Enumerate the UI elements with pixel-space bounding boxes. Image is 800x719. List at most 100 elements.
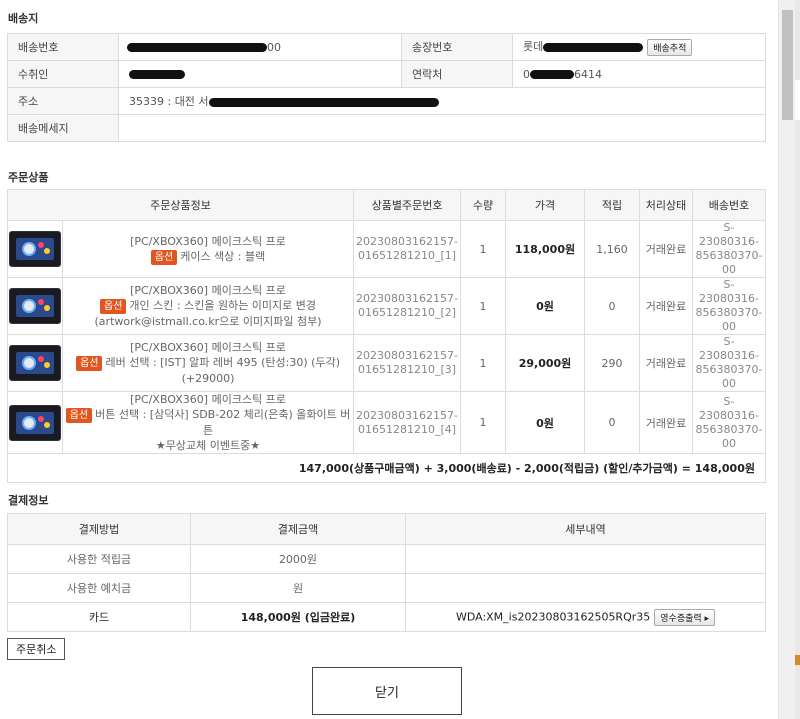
receipt-print-button[interactable]: 영수증출력 ▸ (654, 608, 716, 626)
item-order-no: 20230803162157- 01651281210_[2] (353, 277, 461, 335)
option-badge: 옵션 (76, 356, 103, 371)
item-status: 거래완료 (639, 277, 693, 335)
item-ship-no: S-23080316- 856380370- 00 (692, 277, 766, 335)
product-thumbnail[interactable] (7, 334, 63, 392)
payment-section-title: 결제정보 (8, 494, 49, 507)
shipping-section-title: 배송지 (8, 12, 39, 25)
item-ship-no: S-23080316- 856380370- 00 (692, 391, 766, 454)
item-points: 1,160 (584, 220, 640, 278)
table-row: [PC/XBOX360] 메이크스틱 프로 옵션 레버 선택 : [IST] 알파… (7, 334, 766, 392)
table-row: 사용한 적립금 2000원 (7, 544, 766, 574)
product-thumbnail[interactable] (7, 391, 63, 454)
vertical-scrollbar[interactable] (778, 0, 796, 719)
message-label: 배송메세지 (7, 114, 119, 142)
pay-amount: 원 (190, 573, 406, 603)
table-row: [PC/XBOX360] 메이크스틱 프로 옵션 개인 스킨 : 스킨을 원하는 … (7, 277, 766, 335)
col-qty: 수량 (460, 189, 506, 221)
item-price: 0원 (505, 391, 585, 454)
item-order-no: 20230803162157- 01651281210_[1] (353, 220, 461, 278)
product-name[interactable]: [PC/XBOX360] 메이크스틱 프로 (65, 283, 351, 298)
option-badge: 옵션 (150, 249, 178, 265)
product-option-detail: (+29000) (181, 372, 235, 385)
item-qty: 1 (460, 334, 506, 392)
item-order-no: 20230803162157- 01651281210_[4] (353, 391, 461, 454)
item-price: 29,000원 (505, 334, 585, 392)
item-price: 118,000원 (505, 220, 585, 278)
product-thumbnail[interactable] (7, 220, 63, 278)
item-ship-no: S-23080316- 856380370- 00 (692, 220, 766, 278)
product-option-detail: ★무상교체 이벤트중★ (155, 439, 261, 452)
order-total-summary: 147,000(상품구매금액) + 3,000(배송료) - 2,000(적립금… (7, 453, 766, 483)
option-badge: 옵션 (65, 408, 93, 423)
track-delivery-button[interactable]: 배송추적 (647, 38, 693, 56)
order-section-title: 주문상품 (8, 171, 49, 184)
order-detail-page: 배송지 배송번호 00 송장번호 롯데 배송추적 수취인 연락처 0 6414 주소… (0, 0, 778, 719)
item-qty: 1 (460, 220, 506, 278)
product-option: 버튼 선택 : [삼덕사] SDB-202 체리(은축) 올화이트 버튼 (95, 408, 351, 437)
address-label: 주소 (7, 87, 119, 115)
product-option: 레버 선택 : [IST] 알파 레버 495 (탄성:30) (두각) (105, 356, 340, 369)
product-name[interactable]: [PC/XBOX360] 메이크스틱 프로 (65, 340, 351, 355)
contact-value: 0 6414 (512, 60, 766, 88)
product-info: [PC/XBOX360] 메이크스틱 프로 옵션 케이스 색상 : 블랙 (61, 220, 355, 278)
pay-method: 카드 (7, 602, 191, 632)
item-qty: 1 (460, 277, 506, 335)
recipient-value (118, 60, 402, 88)
order-table: 주문상품정보 상품별주문번호 수량 가격 적립 처리상태 배송번호 [PC/XB… (6, 189, 766, 483)
product-option: 케이스 색상 : 블랙 (180, 249, 266, 263)
product-option: 개인 스킨 : 스킨을 원하는 이미지로 변경 (129, 299, 317, 312)
item-price: 0원 (505, 277, 585, 335)
pay-detail (405, 544, 766, 574)
pay-detail (405, 573, 766, 603)
redaction-mark (208, 97, 439, 107)
product-name[interactable]: [PC/XBOX360] 메이크스틱 프로 (65, 234, 351, 249)
item-status: 거래완료 (639, 391, 693, 454)
col-ship-no: 배송번호 (692, 189, 766, 221)
redaction-mark (543, 42, 644, 52)
item-ship-no: S-23080316- 856380370- 00 (692, 334, 766, 392)
col-status: 처리상태 (639, 189, 693, 221)
cancel-order-button[interactable]: 주문취소 (7, 638, 66, 660)
pay-method: 사용한 적립금 (7, 544, 191, 574)
product-thumbnail[interactable] (7, 277, 63, 335)
redaction-mark (129, 70, 185, 79)
table-row: 사용한 예치금 원 (7, 573, 766, 603)
item-points: 0 (584, 277, 640, 335)
pay-amount: 148,000원 (입금완료) (190, 602, 406, 632)
delivery-no-label: 배송번호 (7, 33, 119, 61)
scrollbar-thumb[interactable] (782, 10, 793, 120)
pay-method: 사용한 예치금 (7, 573, 191, 603)
col-points: 적립 (584, 189, 640, 221)
table-row: [PC/XBOX360] 메이크스틱 프로 옵션 케이스 색상 : 블랙 2023… (7, 220, 766, 278)
message-value (118, 114, 766, 142)
col-pay-method: 결제방법 (7, 513, 191, 545)
address-value: 35339 : 대전 서 (118, 87, 766, 115)
product-info: [PC/XBOX360] 메이크스틱 프로 옵션 개인 스킨 : 스킨을 원하는 … (61, 277, 355, 335)
item-points: 0 (584, 391, 640, 454)
item-status: 거래완료 (639, 334, 693, 392)
background-window-edge (795, 0, 800, 719)
redaction-mark (530, 70, 574, 79)
recipient-label: 수취인 (7, 60, 119, 88)
item-points: 290 (584, 334, 640, 392)
invoice-value: 롯데 배송추적 (512, 33, 766, 61)
option-badge: 옵션 (100, 299, 127, 314)
shipping-table: 배송번호 00 송장번호 롯데 배송추적 수취인 연락처 0 6414 주소 353… (7, 33, 766, 142)
col-product-info: 주문상품정보 (6, 189, 355, 221)
product-name[interactable]: [PC/XBOX360] 메이크스틱 프로 (65, 392, 351, 407)
close-button[interactable]: 닫기 (312, 667, 462, 715)
col-price: 가격 (505, 189, 585, 221)
col-order-no: 상품별주문번호 (353, 189, 461, 221)
item-status: 거래완료 (639, 220, 693, 278)
item-qty: 1 (460, 391, 506, 454)
product-info: [PC/XBOX360] 메이크스틱 프로 옵션 버튼 선택 : [삼덕사] SD… (61, 391, 355, 454)
pay-detail: WDA:XM_is20230803162505RQr35 영수증출력 ▸ (405, 602, 766, 632)
product-option-detail: (artwork@istmall.co.kr으로 이미지파일 첨부) (94, 315, 322, 328)
table-row: [PC/XBOX360] 메이크스틱 프로 옵션 버튼 선택 : [삼덕사] SD… (7, 391, 766, 454)
contact-label: 연락처 (401, 60, 513, 88)
item-order-no: 20230803162157- 01651281210_[3] (353, 334, 461, 392)
delivery-no-value: 00 (118, 33, 402, 61)
col-pay-amount: 결제금액 (190, 513, 406, 545)
payment-table: 결제방법 결제금액 세부내역 사용한 적립금 2000원 사용한 예치금 원 카… (7, 513, 766, 632)
table-row: 카드 148,000원 (입금완료) WDA:XM_is202308031625… (7, 602, 766, 632)
